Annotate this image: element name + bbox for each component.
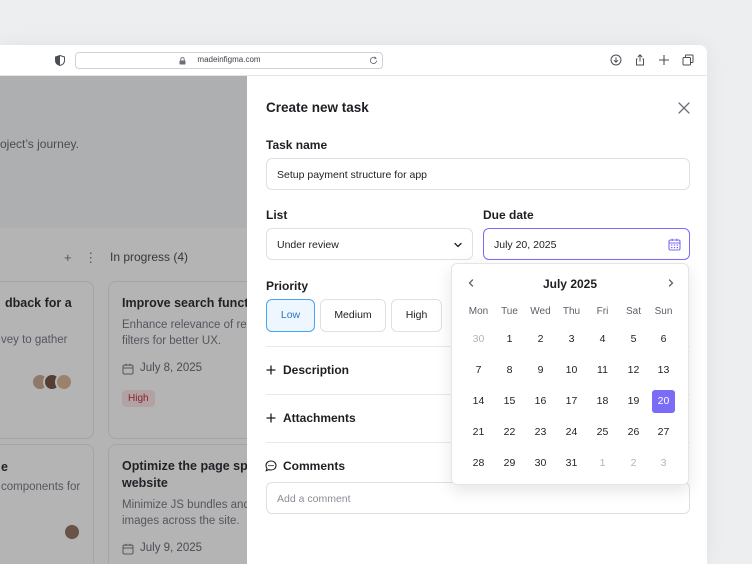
url-text: madeinfigma.com <box>197 55 261 64</box>
due-date-label: Due date <box>483 208 534 222</box>
comment-input[interactable]: Add a comment <box>266 482 690 514</box>
calendar-day[interactable]: 29 <box>498 452 521 475</box>
calendar-day[interactable]: 16 <box>529 390 552 413</box>
calendar-day[interactable]: 6 <box>652 328 675 351</box>
calendar-day-selected[interactable]: 20 <box>652 390 675 413</box>
priority-medium-button[interactable]: Medium <box>320 299 386 332</box>
chevron-down-icon <box>454 242 462 248</box>
calendar-day[interactable]: 1 <box>498 328 521 351</box>
calendar-day[interactable]: 14 <box>467 390 490 413</box>
task-name-value: Setup payment structure for app <box>277 169 427 181</box>
calendar-day[interactable]: 25 <box>591 421 614 444</box>
calendar-day[interactable]: 24 <box>560 421 583 444</box>
chevron-right-icon[interactable] <box>666 278 676 288</box>
date-picker: July 2025 Mon Tue Wed Thu Fri Sat Sun 30 1 2 3 4 5 6 7… <box>451 263 689 485</box>
plus-icon[interactable] <box>266 413 276 423</box>
calendar-day[interactable]: 3 <box>560 328 583 351</box>
weekday-label: Sat <box>625 306 641 317</box>
calendar-day[interactable]: 27 <box>652 421 675 444</box>
description-toggle[interactable]: Description <box>283 363 349 377</box>
calendar-day[interactable]: 8 <box>498 359 521 382</box>
calendar-day[interactable]: 30 <box>529 452 552 475</box>
weekday-label: Wed <box>530 306 551 317</box>
priority-low-button[interactable]: Low <box>266 299 315 332</box>
task-name-input[interactable]: Setup payment structure for app <box>266 158 690 190</box>
comment-placeholder: Add a comment <box>277 493 351 505</box>
calendar-day[interactable]: 26 <box>622 421 645 444</box>
due-date-input[interactable]: July 20, 2025 <box>483 228 690 260</box>
calendar-day[interactable]: 19 <box>622 390 645 413</box>
address-bar[interactable]: madeinfigma.com <box>75 52 383 69</box>
comments-label: Comments <box>283 459 346 473</box>
calendar-day[interactable]: 2 <box>622 452 645 475</box>
task-name-label: Task name <box>266 138 328 152</box>
comment-icon <box>265 460 277 472</box>
calendar-day[interactable]: 30 <box>467 328 490 351</box>
calendar-day[interactable]: 5 <box>622 328 645 351</box>
calendar-day[interactable]: 28 <box>467 452 490 475</box>
close-icon[interactable] <box>677 101 691 115</box>
calendar-day[interactable]: 1 <box>591 452 614 475</box>
calendar-day[interactable]: 13 <box>652 359 675 382</box>
calendar-day[interactable]: 18 <box>591 390 614 413</box>
weekday-label: Fri <box>596 306 609 317</box>
calendar-day[interactable]: 23 <box>529 421 552 444</box>
calendar-day[interactable]: 10 <box>560 359 583 382</box>
weekday-label: Tue <box>501 306 518 317</box>
calendar-day[interactable]: 21 <box>467 421 490 444</box>
weekday-label: Thu <box>562 306 581 317</box>
list-label: List <box>266 208 288 222</box>
priority-high-button[interactable]: High <box>391 299 442 332</box>
download-icon[interactable] <box>610 54 622 66</box>
calendar-day[interactable]: 11 <box>591 359 614 382</box>
calendar-day[interactable]: 12 <box>622 359 645 382</box>
priority-label: Priority <box>266 279 309 293</box>
tabs-overview-icon[interactable] <box>682 54 694 66</box>
calendar-day[interactable]: 17 <box>560 390 583 413</box>
calendar-day[interactable]: 2 <box>529 328 552 351</box>
reload-icon[interactable] <box>369 56 378 65</box>
calendar-month: July 2025 <box>542 277 598 291</box>
weekday-label: Sun <box>654 306 673 317</box>
attachments-toggle[interactable]: Attachments <box>283 411 356 425</box>
calendar-day[interactable]: 4 <box>591 328 614 351</box>
plus-icon[interactable] <box>266 365 276 375</box>
list-select[interactable]: Under review <box>266 228 473 260</box>
calendar-icon[interactable] <box>668 238 681 251</box>
new-tab-icon[interactable] <box>658 54 670 66</box>
calendar-day[interactable]: 7 <box>467 359 490 382</box>
list-value: Under review <box>277 239 339 251</box>
shield-icon[interactable] <box>55 55 65 66</box>
calendar-day[interactable]: 22 <box>498 421 521 444</box>
due-date-value: July 20, 2025 <box>494 239 557 251</box>
calendar-day[interactable]: 31 <box>560 452 583 475</box>
browser-toolbar: madeinfigma.com <box>0 45 707 76</box>
panel-title: Create new task <box>266 100 369 115</box>
share-icon[interactable] <box>634 54 646 66</box>
weekday-label: Mon <box>468 306 489 317</box>
calendar-day[interactable]: 9 <box>529 359 552 382</box>
calendar-day[interactable]: 15 <box>498 390 521 413</box>
calendar-day[interactable]: 3 <box>652 452 675 475</box>
